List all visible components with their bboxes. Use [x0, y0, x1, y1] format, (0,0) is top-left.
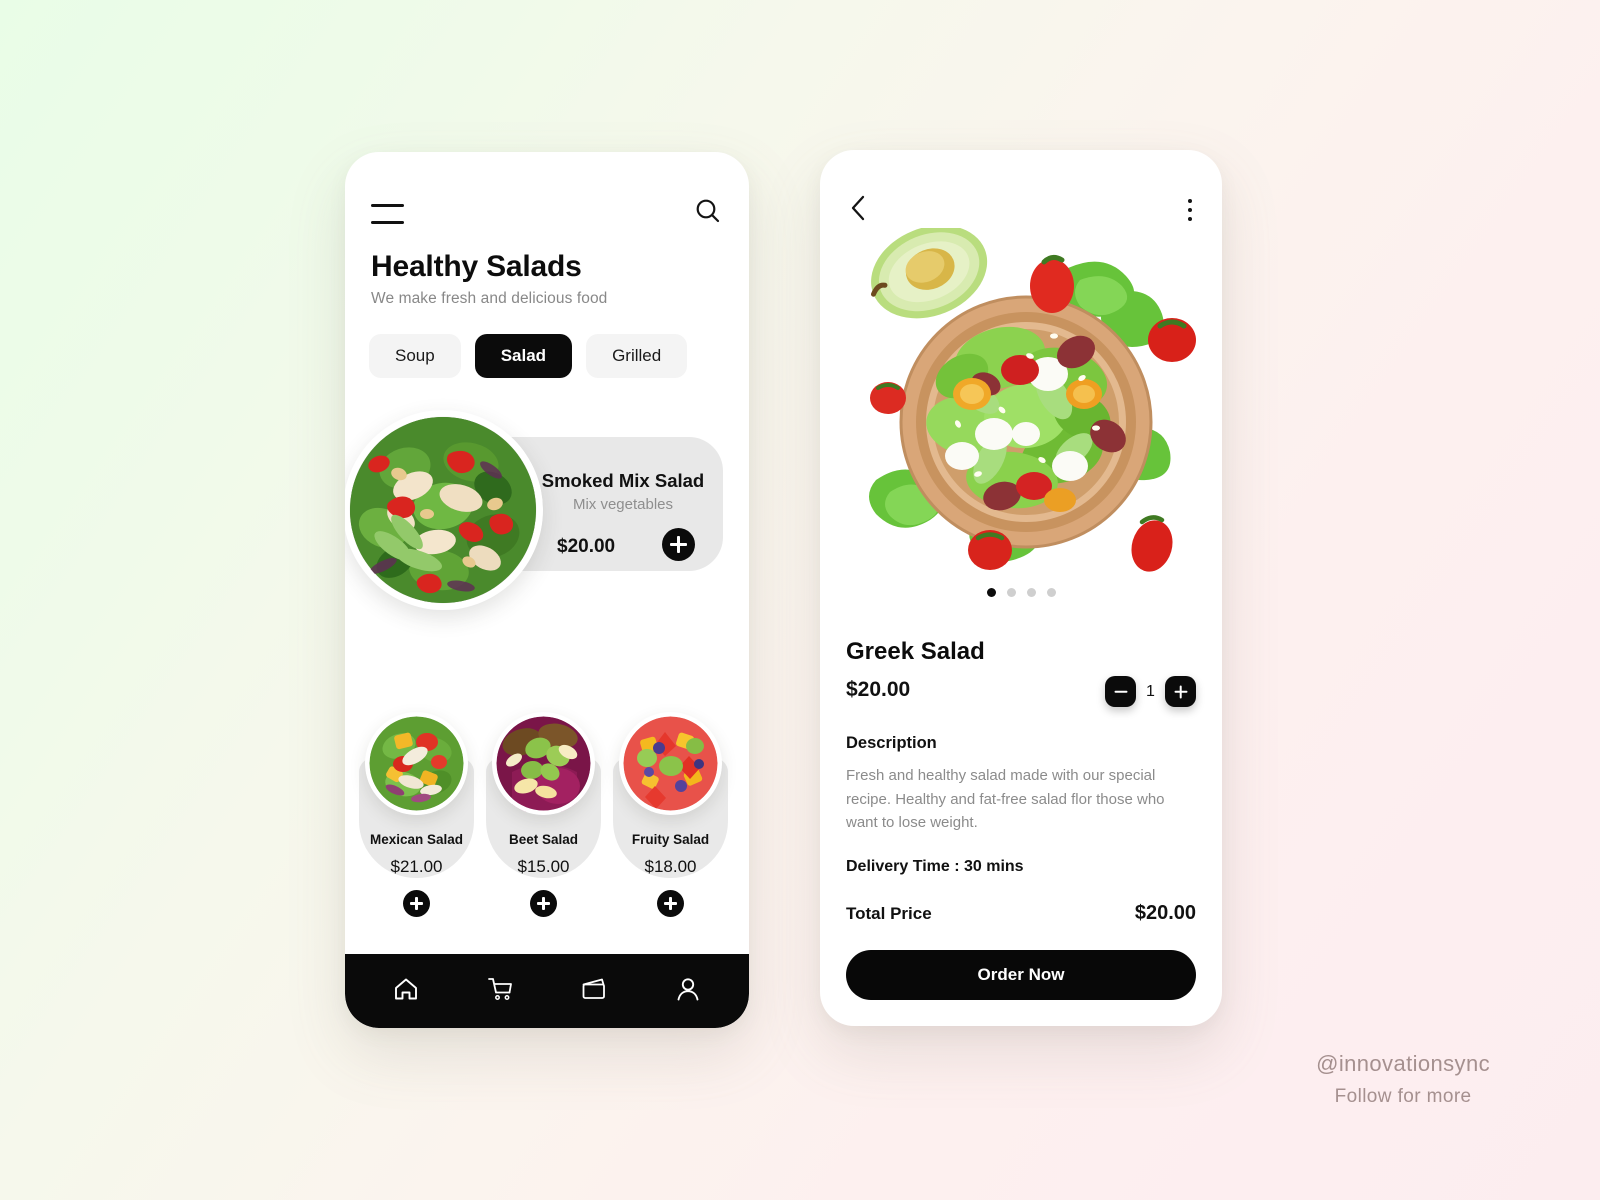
product-image-beet-salad	[492, 712, 595, 815]
wallet-icon	[579, 975, 609, 1008]
image-carousel-dots	[820, 588, 1222, 597]
featured-product-name: Smoked Mix Salad	[541, 470, 705, 491]
home-icon	[392, 975, 420, 1008]
product-image-mexican-salad	[365, 712, 468, 815]
profile-icon	[674, 975, 702, 1008]
product-image-fruity-salad	[619, 712, 722, 815]
product-price: $15.00	[517, 857, 570, 876]
quantity-increase-button[interactable]	[1165, 676, 1196, 707]
total-price-label: Total Price	[846, 904, 932, 923]
plus-icon-vertical	[1179, 685, 1182, 698]
nav-profile-button[interactable]	[660, 968, 716, 1014]
more-vertical-icon[interactable]	[1184, 195, 1196, 225]
product-price: $21.00	[390, 857, 443, 876]
featured-product-card[interactable]: Smoked Mix Salad Mix vegetables $20.00	[345, 410, 749, 610]
nav-wallet-button[interactable]	[566, 968, 622, 1014]
product-add-button[interactable]	[657, 890, 684, 917]
plus-icon	[403, 890, 430, 917]
detail-top-bar	[820, 190, 1222, 230]
page-subtitle: We make fresh and delicious food	[371, 290, 608, 307]
quantity-stepper: 1	[1105, 676, 1196, 707]
detail-product-title: Greek Salad	[846, 638, 985, 665]
product-name: Beet Salad	[508, 832, 579, 847]
carousel-dot-2[interactable]	[1006, 588, 1016, 597]
total-price-row: Total Price $20.00	[846, 902, 1196, 925]
delivery-time-text: Delivery Time : 30 mins	[846, 858, 1024, 875]
quantity-decrease-button[interactable]	[1105, 676, 1136, 707]
plus-icon	[657, 890, 684, 917]
featured-add-button[interactable]	[662, 528, 695, 561]
category-chip-salad[interactable]: Salad	[474, 334, 573, 378]
nav-cart-button[interactable]	[472, 968, 528, 1014]
description-heading: Description	[846, 734, 937, 752]
product-name: Fruity Salad	[631, 832, 710, 847]
category-chip-soup[interactable]: Soup	[369, 334, 461, 378]
phone-list-screen: Healthy Salads We make fresh and delicio…	[345, 152, 749, 1028]
watermark: @innovationsync Follow for more	[1316, 1051, 1490, 1108]
hero-product-image	[830, 225, 1212, 598]
description-text: Fresh and healthy salad made with our sp…	[846, 767, 1165, 831]
list-top-bar	[345, 192, 749, 234]
featured-product-image	[345, 410, 543, 610]
bottom-navigation-bar	[345, 954, 749, 1028]
phone-detail-screen: Greek Salad $20.00 1 Description Fresh a…	[820, 150, 1222, 1026]
product-name: Mexican Salad	[369, 832, 464, 847]
carousel-dot-3[interactable]	[1026, 588, 1036, 597]
cart-icon	[485, 975, 515, 1008]
quantity-value: 1	[1146, 682, 1155, 700]
category-chip-row: Soup Salad Grilled	[369, 334, 688, 378]
page-title: Healthy Salads	[371, 250, 582, 283]
hamburger-icon[interactable]	[371, 202, 405, 224]
total-price-value: $20.00	[1134, 902, 1196, 924]
detail-product-price: $20.00	[846, 678, 911, 701]
featured-product-price: $20.00	[557, 536, 616, 557]
watermark-handle: @innovationsync	[1316, 1051, 1490, 1076]
minus-icon	[1114, 690, 1127, 693]
product-add-button[interactable]	[403, 890, 430, 917]
order-now-button[interactable]: Order Now	[846, 950, 1196, 1000]
featured-product-description: Mix vegetables	[572, 496, 674, 513]
product-add-button[interactable]	[530, 890, 557, 917]
plus-icon	[662, 528, 695, 561]
nav-home-button[interactable]	[378, 968, 434, 1014]
back-chevron-icon[interactable]	[846, 193, 872, 228]
search-icon[interactable]	[693, 196, 723, 231]
product-price: $18.00	[644, 857, 697, 876]
carousel-dot-4[interactable]	[1046, 588, 1056, 597]
category-chip-grilled[interactable]: Grilled	[586, 334, 688, 378]
product-grid: Mexican Salad $21.00 Beet Salad $15.00 F…	[345, 672, 749, 922]
plus-icon	[530, 890, 557, 917]
carousel-dot-1[interactable]	[986, 588, 996, 597]
watermark-tagline: Follow for more	[1334, 1086, 1472, 1107]
